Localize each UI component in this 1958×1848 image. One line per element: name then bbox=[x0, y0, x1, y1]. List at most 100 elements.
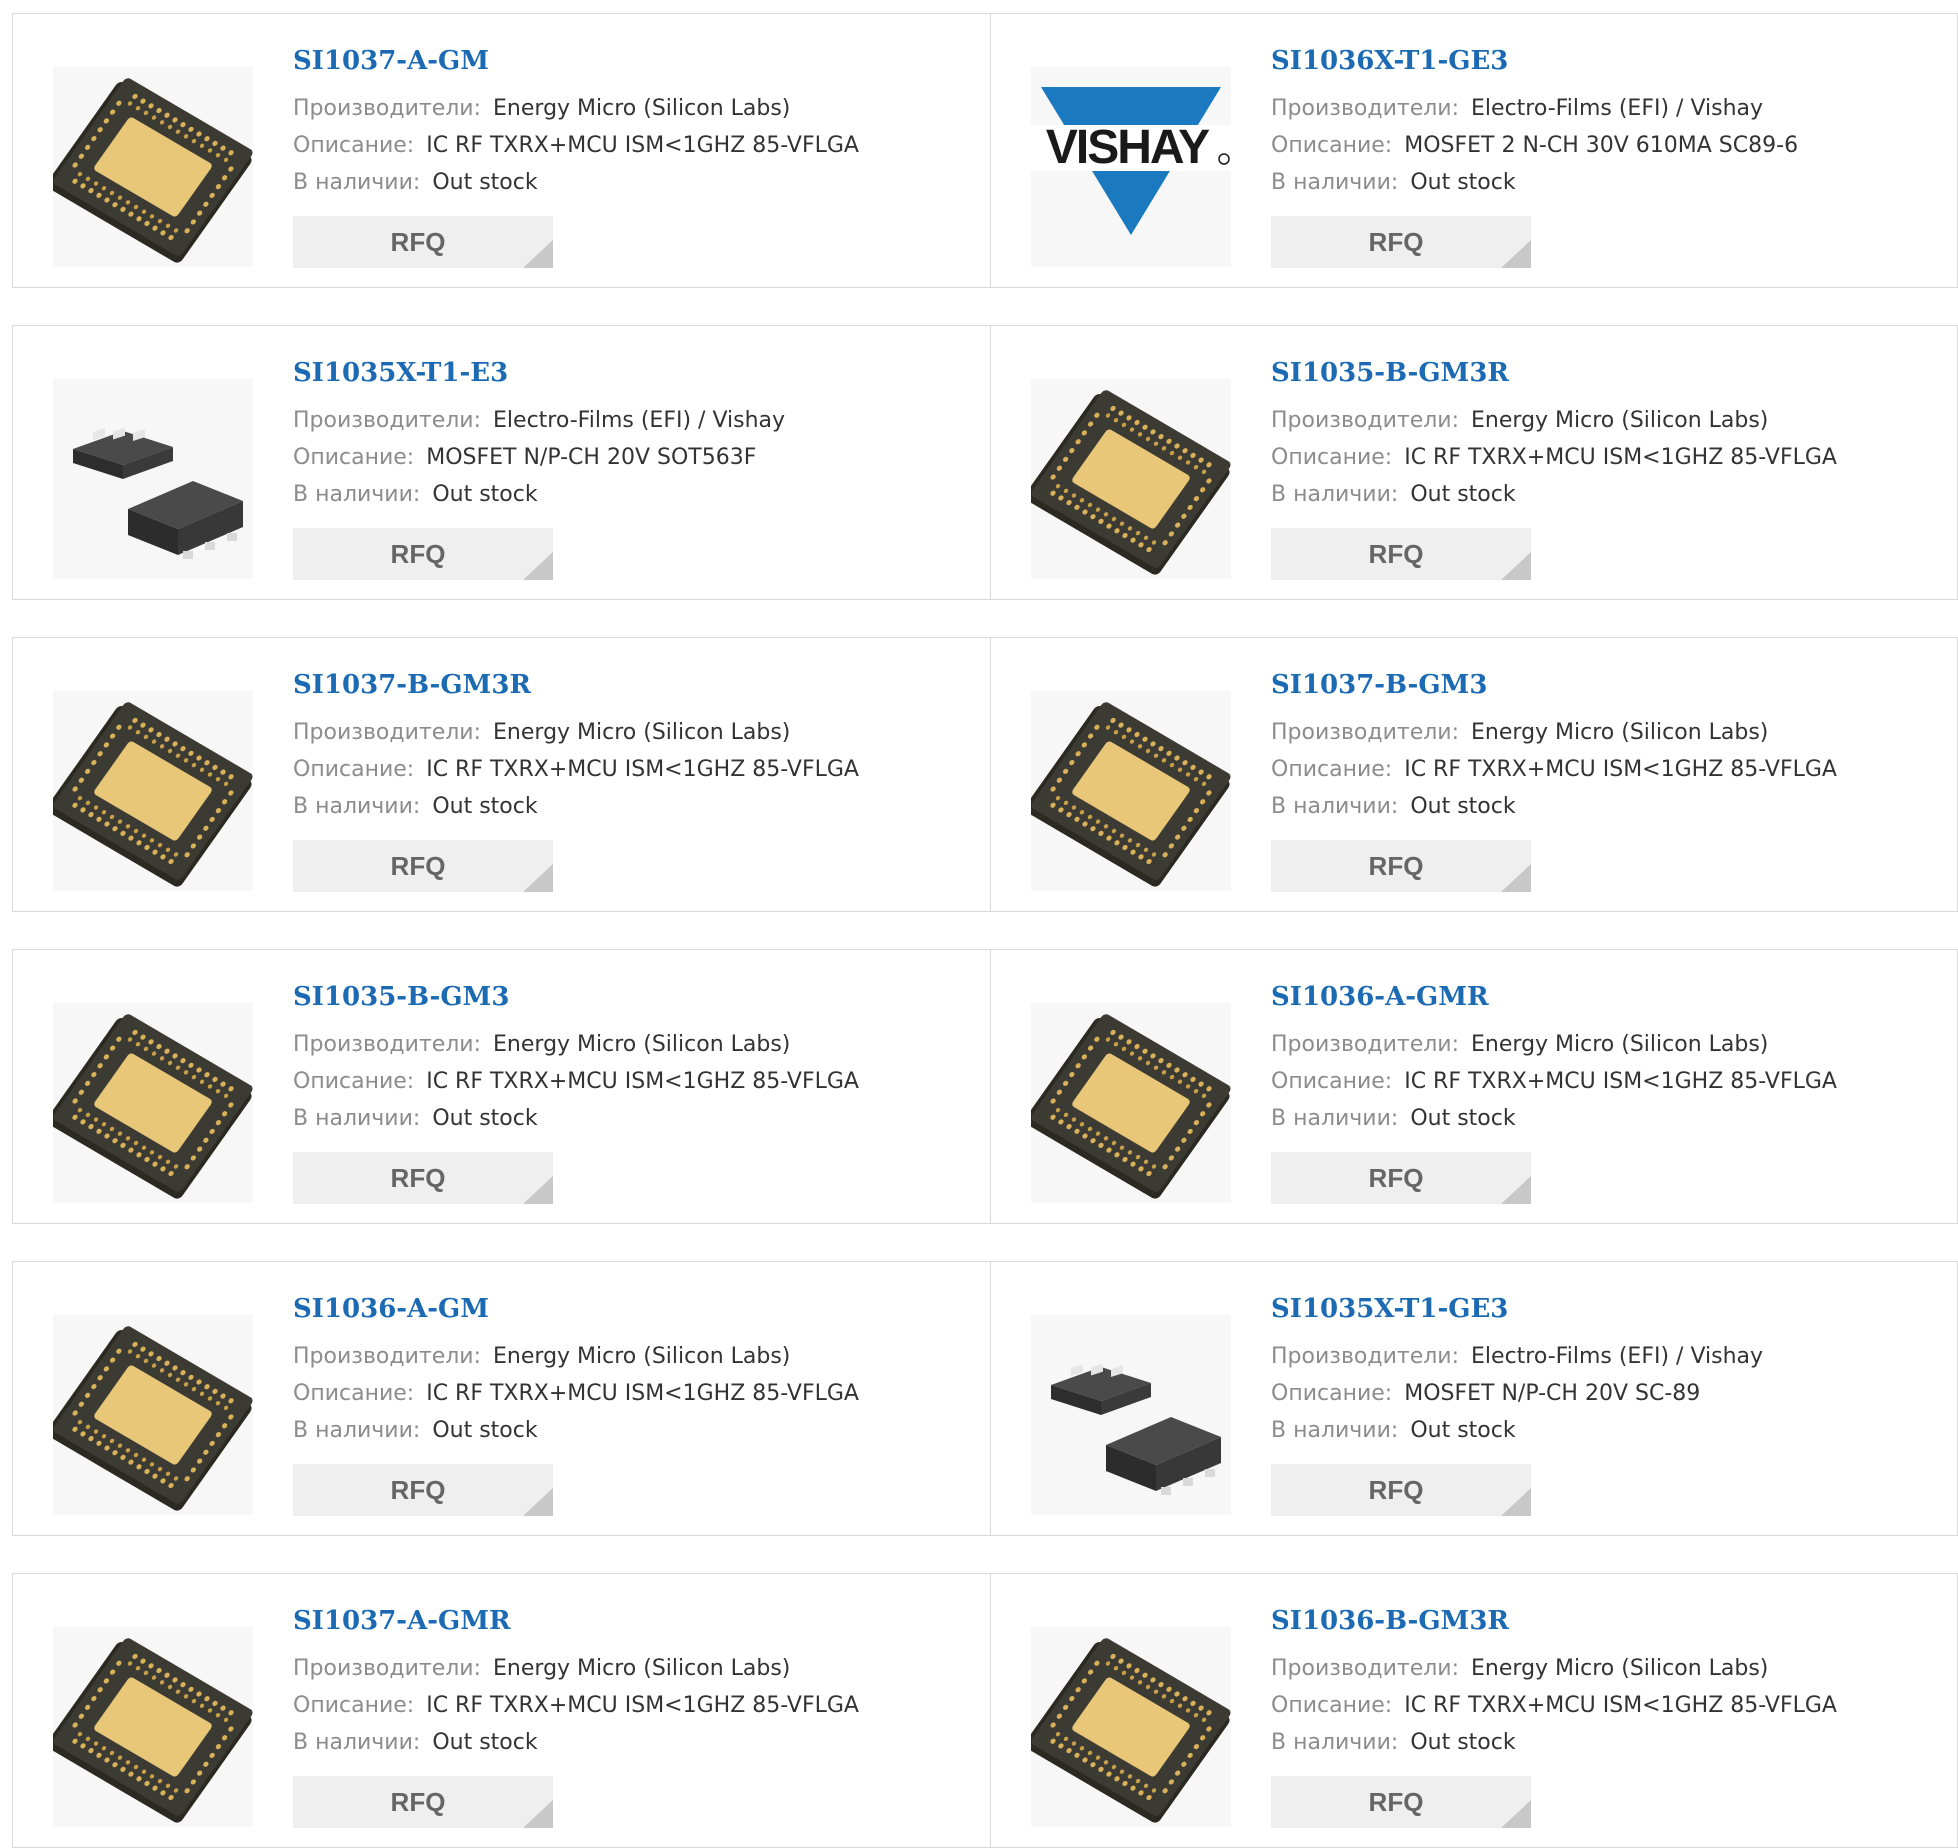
rfq-button[interactable]: RFQ bbox=[293, 1776, 553, 1828]
vishay-logo-text: VISHAY bbox=[1046, 121, 1210, 174]
vflga-chip-icon[interactable] bbox=[1031, 1003, 1231, 1203]
stock-value: Out stock bbox=[432, 1730, 538, 1755]
description-row: Описание: IC RF TXRX+MCU ISM<1GHZ 85-VFLG… bbox=[1271, 1693, 1837, 1718]
rfq-label: RFQ bbox=[1368, 227, 1424, 257]
description-row: Описание: IC RF TXRX+MCU ISM<1GHZ 85-VFLG… bbox=[293, 1069, 859, 1094]
product-title-link[interactable]: SI1036-B-GM3R bbox=[1271, 1606, 1509, 1636]
stock-label: В наличии: bbox=[1271, 794, 1399, 819]
product-title-link[interactable]: SI1035X-T1-E3 bbox=[293, 358, 508, 388]
manufacturer-value: Electro-Films (EFI) / Vishay bbox=[1471, 1344, 1764, 1369]
description-label: Описание: bbox=[1271, 445, 1393, 470]
manufacturer-label: Производители: bbox=[1271, 96, 1460, 121]
stock-row: В наличии: Out stock bbox=[1271, 170, 1516, 195]
corner-triangle-icon bbox=[1501, 240, 1531, 268]
stock-label: В наличии: bbox=[293, 1106, 421, 1131]
manufacturer-value: Energy Micro (Silicon Labs) bbox=[1471, 1656, 1769, 1681]
product-card: SI1035X-T1-GE3 Производители: Electro-Fil… bbox=[990, 1262, 1958, 1535]
rfq-label: RFQ bbox=[1368, 851, 1424, 881]
rfq-button[interactable]: RFQ bbox=[293, 840, 553, 892]
description-label: Описание: bbox=[1271, 133, 1393, 158]
description-value: MOSFET N/P-CH 20V SC-89 bbox=[1404, 1381, 1701, 1406]
rfq-button[interactable]: RFQ bbox=[1271, 216, 1531, 268]
product-row: SI1035-B-GM3 Производители: Energy Micro … bbox=[12, 949, 1958, 1224]
stock-value: Out stock bbox=[432, 1106, 538, 1131]
product-title-link[interactable]: SI1037-B-GM3R bbox=[293, 670, 531, 700]
vflga-chip-icon[interactable] bbox=[1031, 379, 1231, 579]
rfq-button[interactable]: RFQ bbox=[293, 528, 553, 580]
manufacturer-label: Производители: bbox=[293, 96, 482, 121]
description-row: Описание: IC RF TXRX+MCU ISM<1GHZ 85-VFLG… bbox=[293, 133, 859, 158]
manufacturer-label: Производители: bbox=[293, 1032, 482, 1057]
stock-value: Out stock bbox=[432, 1418, 538, 1443]
stock-row: В наличии: Out stock bbox=[1271, 794, 1516, 819]
manufacturer-value: Energy Micro (Silicon Labs) bbox=[1471, 720, 1769, 745]
stock-row: В наличии: Out stock bbox=[293, 1106, 538, 1131]
product-row: SI1037-A-GM Производители: Energy Micro (… bbox=[12, 13, 1958, 288]
stock-row: В наличии: Out stock bbox=[1271, 482, 1516, 507]
product-title-link[interactable]: SI1037-A-GM bbox=[293, 46, 489, 76]
rfq-label: RFQ bbox=[390, 227, 446, 257]
description-label: Описание: bbox=[293, 445, 415, 470]
rfq-button[interactable]: RFQ bbox=[1271, 1464, 1531, 1516]
stock-value: Out stock bbox=[432, 170, 538, 195]
rfq-button[interactable]: RFQ bbox=[293, 216, 553, 268]
manufacturer-value: Energy Micro (Silicon Labs) bbox=[493, 720, 791, 745]
vflga-chip-icon[interactable] bbox=[53, 1003, 253, 1203]
corner-triangle-icon bbox=[523, 240, 553, 268]
manufacturer-label: Производители: bbox=[1271, 1344, 1460, 1369]
description-value: IC RF TXRX+MCU ISM<1GHZ 85-VFLGA bbox=[426, 133, 859, 158]
vflga-chip-icon[interactable] bbox=[53, 1627, 253, 1827]
sot-package-icon[interactable] bbox=[53, 379, 253, 579]
corner-triangle-icon bbox=[1501, 1488, 1531, 1516]
stock-value: Out stock bbox=[1410, 1106, 1516, 1131]
corner-triangle-icon bbox=[523, 1176, 553, 1204]
vflga-chip-icon[interactable] bbox=[53, 1315, 253, 1515]
manufacturer-label: Производители: bbox=[1271, 720, 1460, 745]
manufacturer-label: Производители: bbox=[1271, 1032, 1460, 1057]
stock-value: Out stock bbox=[1410, 170, 1516, 195]
manufacturer-label: Производители: bbox=[1271, 408, 1460, 433]
rfq-button[interactable]: RFQ bbox=[1271, 1776, 1531, 1828]
manufacturer-row: Производители: Energy Micro (Silicon Labs… bbox=[293, 1344, 790, 1369]
vflga-chip-icon[interactable] bbox=[53, 67, 253, 267]
description-value: IC RF TXRX+MCU ISM<1GHZ 85-VFLGA bbox=[1404, 1069, 1837, 1094]
manufacturer-value: Energy Micro (Silicon Labs) bbox=[493, 1344, 791, 1369]
product-title-link[interactable]: SI1035-B-GM3R bbox=[1271, 358, 1509, 388]
product-title-link[interactable]: SI1036-A-GM bbox=[293, 1294, 489, 1324]
stock-label: В наличии: bbox=[293, 1730, 421, 1755]
vflga-chip-icon[interactable] bbox=[1031, 1627, 1231, 1827]
rfq-label: RFQ bbox=[390, 1787, 446, 1817]
vishay-logo[interactable]: VISHAY bbox=[1031, 67, 1231, 267]
rfq-button[interactable]: RFQ bbox=[1271, 528, 1531, 580]
stock-value: Out stock bbox=[1410, 794, 1516, 819]
rfq-button[interactable]: RFQ bbox=[1271, 840, 1531, 892]
vflga-chip-icon[interactable] bbox=[53, 691, 253, 891]
description-row: Описание: IC RF TXRX+MCU ISM<1GHZ 85-VFLG… bbox=[293, 1693, 859, 1718]
vflga-chip-icon[interactable] bbox=[1031, 691, 1231, 891]
manufacturer-label: Производители: bbox=[293, 1656, 482, 1681]
description-label: Описание: bbox=[1271, 757, 1393, 782]
product-title-link[interactable]: SI1036-A-GMR bbox=[1271, 982, 1489, 1012]
stock-label: В наличии: bbox=[1271, 1730, 1399, 1755]
stock-value: Out stock bbox=[1410, 1418, 1516, 1443]
sot-package-icon[interactable] bbox=[1031, 1315, 1231, 1515]
description-value: MOSFET 2 N-CH 30V 610MA SC89-6 bbox=[1404, 133, 1799, 158]
product-title-link[interactable]: SI1035-B-GM3 bbox=[293, 982, 509, 1012]
corner-triangle-icon bbox=[523, 1800, 553, 1828]
rfq-button[interactable]: RFQ bbox=[293, 1464, 553, 1516]
manufacturer-row: Производители: Electro-Films (EFI) / Vish… bbox=[293, 408, 785, 433]
rfq-button[interactable]: RFQ bbox=[1271, 1152, 1531, 1204]
rfq-button[interactable]: RFQ bbox=[293, 1152, 553, 1204]
product-card: SI1037-B-GM3R Производители: Energy Micro… bbox=[13, 638, 990, 911]
product-card: SI1035X-T1-E3 Производители: Electro-Film… bbox=[13, 326, 990, 599]
product-row: SI1036-A-GM Производители: Energy Micro (… bbox=[12, 1261, 1958, 1536]
manufacturer-row: Производители: Energy Micro (Silicon Labs… bbox=[1271, 1032, 1768, 1057]
stock-label: В наличии: bbox=[1271, 170, 1399, 195]
description-label: Описание: bbox=[293, 133, 415, 158]
corner-triangle-icon bbox=[523, 864, 553, 892]
product-title-link[interactable]: SI1036X-T1-GE3 bbox=[1271, 46, 1508, 76]
product-row: SI1037-B-GM3R Производители: Energy Micro… bbox=[12, 637, 1958, 912]
product-title-link[interactable]: SI1037-A-GMR bbox=[293, 1606, 511, 1636]
product-title-link[interactable]: SI1035X-T1-GE3 bbox=[1271, 1294, 1508, 1324]
product-title-link[interactable]: SI1037-B-GM3 bbox=[1271, 670, 1487, 700]
